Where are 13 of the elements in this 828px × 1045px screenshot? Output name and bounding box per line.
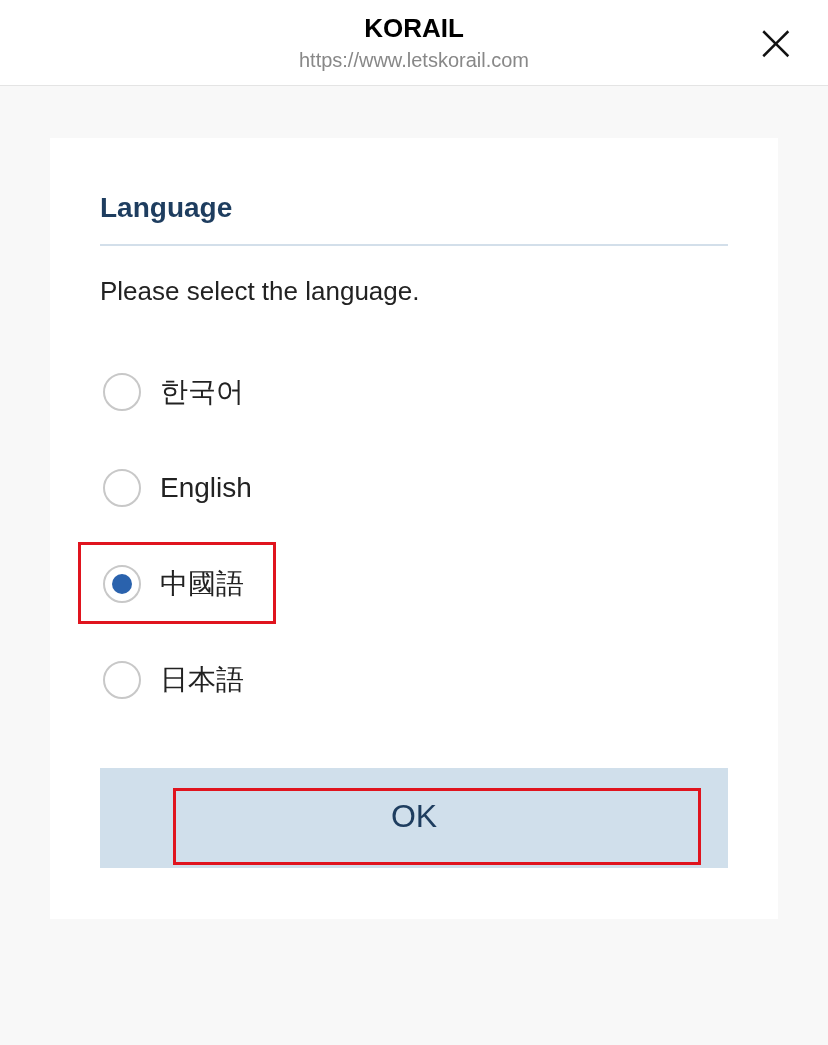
radio-button[interactable]: [103, 661, 141, 699]
language-option[interactable]: English: [160, 471, 252, 505]
radio-button[interactable]: [103, 469, 141, 507]
prompt-text: Please select the language.: [100, 275, 421, 308]
dialog-title: Language: [100, 190, 728, 246]
close-button[interactable]: ×: [754, 22, 794, 62]
radio-button[interactable]: [103, 565, 141, 603]
language-option[interactable]: 한국어: [160, 375, 244, 409]
page-url: https://www.letskorail.com: [298, 48, 530, 72]
language-option[interactable]: 中國語: [160, 567, 244, 601]
radio-button[interactable]: [103, 373, 141, 411]
page-title: KORAIL: [364, 14, 464, 42]
language-option[interactable]: 日本語: [160, 663, 244, 697]
